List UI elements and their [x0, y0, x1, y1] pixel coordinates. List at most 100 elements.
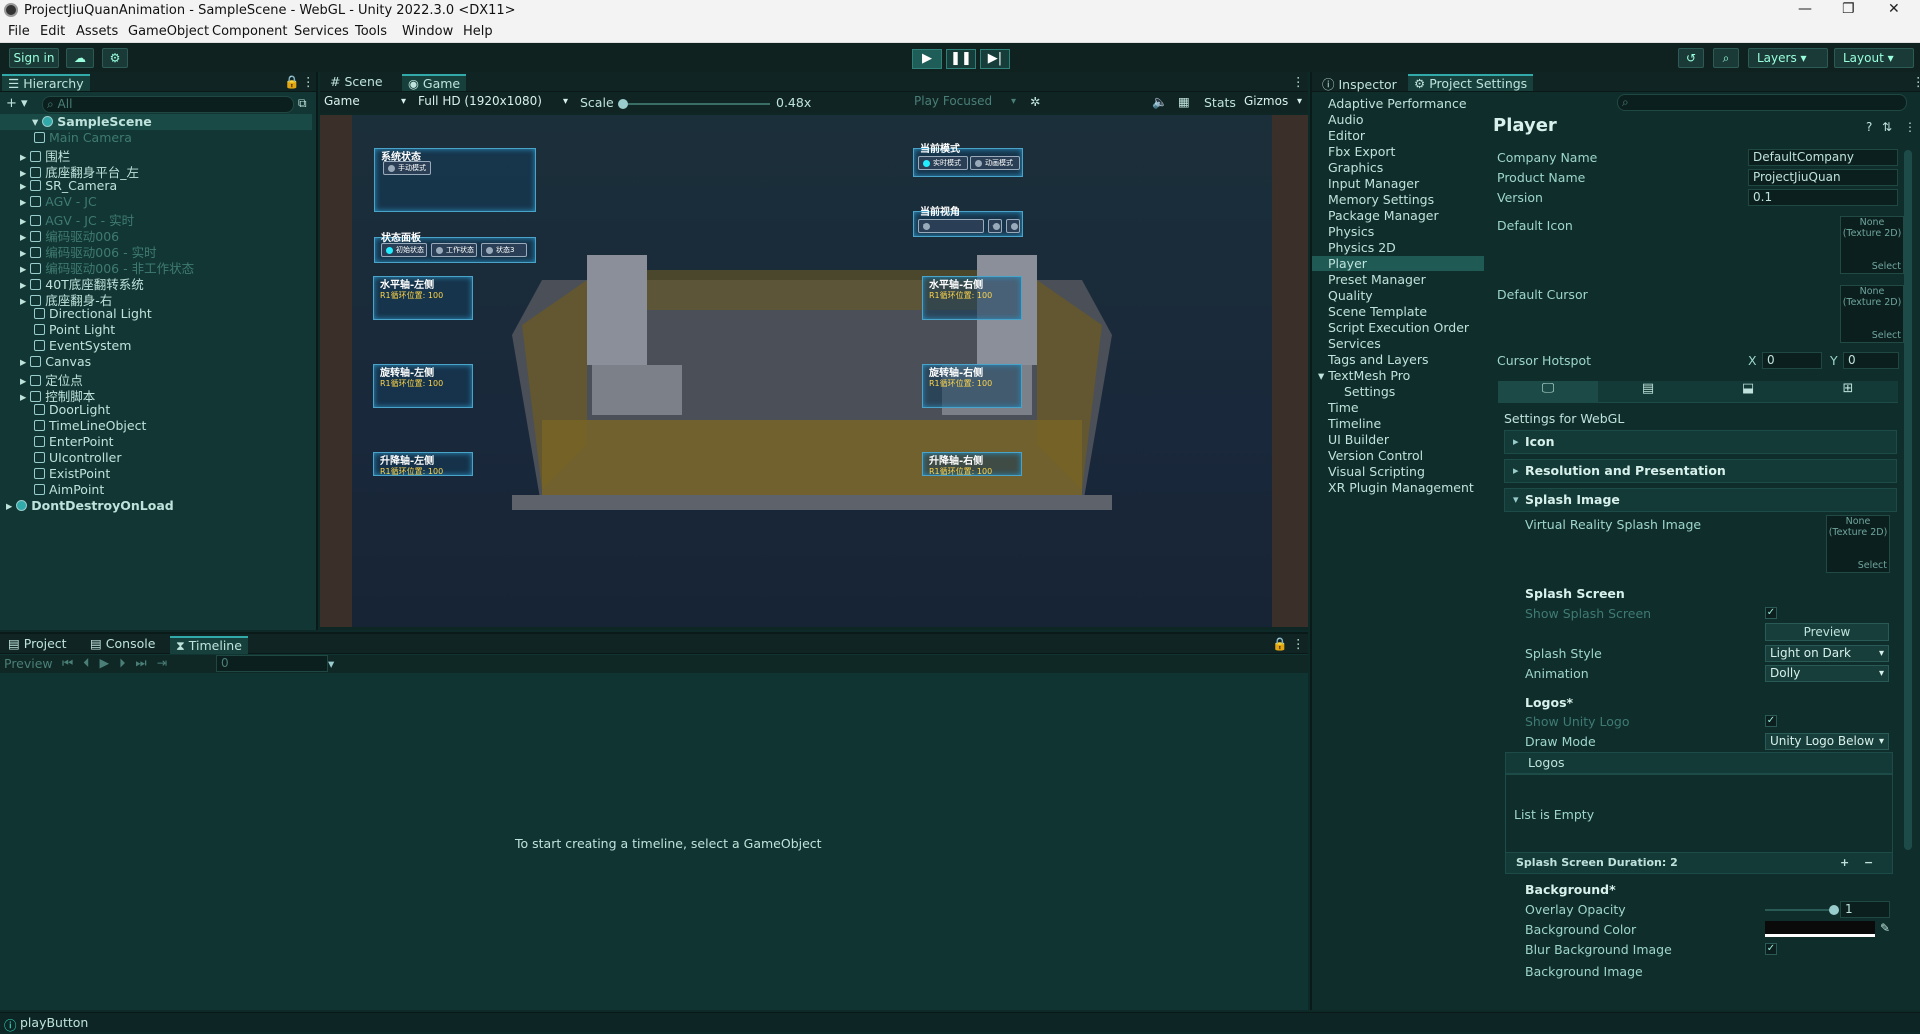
view-plus-button[interactable]: +	[988, 219, 1002, 233]
search-options-icon[interactable]: ⧉	[298, 96, 307, 111]
gizmos-dropdown[interactable]: Gizmos	[1240, 94, 1306, 111]
menu-gameobject[interactable]: GameObject	[128, 24, 209, 39]
animation-dropdown[interactable]: Dolly	[1765, 665, 1889, 682]
platform-tab-webgl-icon[interactable]: ⬓	[1698, 381, 1798, 403]
menu-window[interactable]: Window	[402, 24, 453, 39]
inspector-kebab-icon[interactable]: ⋮	[1906, 74, 1920, 89]
bottom-kebab-icon[interactable]: ⋮	[1286, 636, 1311, 651]
show-unity-logo-checkbox[interactable]: ✓	[1765, 715, 1777, 727]
layout-dropdown[interactable]: Layout ▾	[1834, 48, 1914, 68]
settings-category-item[interactable]: Physics	[1328, 224, 1374, 239]
hierarchy-item[interactable]: ▸ AGV - JC - 实时	[20, 210, 134, 228]
resolution-section-header[interactable]: Resolution and Presentation	[1504, 459, 1897, 483]
pause-button[interactable]: ❚❚	[946, 49, 976, 69]
eyedropper-icon[interactable]: ✎	[1880, 921, 1890, 935]
hierarchy-item[interactable]: ▸ 底座翻身平台_左	[20, 162, 139, 180]
hierarchy-item[interactable]: ▸ 控制脚本	[20, 386, 95, 404]
default-icon-slot[interactable]: None (Texture 2D) Select	[1840, 216, 1904, 274]
hierarchy-item[interactable]: ExistPoint	[34, 466, 110, 482]
settings-category-item[interactable]: Services	[1328, 336, 1381, 351]
hierarchy-item[interactable]: ▸ 底座翻身-右	[20, 290, 112, 308]
add-logo-button[interactable]: +	[1840, 853, 1849, 873]
platform-tab-windows-icon[interactable]: ⊞	[1798, 381, 1898, 403]
hierarchy-item[interactable]: AimPoint	[34, 482, 104, 498]
hierarchy-item[interactable]: ▸ SR_Camera	[20, 178, 117, 194]
expand-arrow-icon[interactable]: ▸	[20, 389, 30, 404]
splash-image-section-header[interactable]: Splash Image	[1504, 488, 1897, 512]
timeline-transport-controls[interactable]: ⏮⏴▶⏵⏭⇥	[62, 655, 177, 671]
resolution-dropdown[interactable]: Full HD (1920x1080)	[414, 94, 572, 111]
settings-category-item[interactable]: Quality	[1328, 288, 1373, 303]
expand-arrow-icon[interactable]: ▸	[20, 354, 30, 369]
menu-assets[interactable]: Assets	[76, 24, 118, 39]
hierarchy-item[interactable]: TimeLineObject	[34, 418, 146, 434]
help-icon[interactable]: ?	[1866, 120, 1872, 134]
settings-category-item[interactable]: Editor	[1328, 128, 1365, 143]
icon-section-header[interactable]: Icon	[1504, 430, 1897, 454]
hierarchy-item[interactable]: ▸ 40T底座翻转系统	[20, 274, 144, 292]
tab-project-settings[interactable]: ⚙ Project Settings	[1408, 74, 1534, 91]
settings-category-item[interactable]: Memory Settings	[1328, 192, 1434, 207]
close-button[interactable]: ✕	[1888, 1, 1900, 17]
history-icon[interactable]: ↺	[1678, 48, 1704, 68]
menu-edit[interactable]: Edit	[40, 24, 65, 39]
settings-category-item[interactable]: Script Execution Order	[1328, 320, 1469, 335]
default-cursor-slot[interactable]: None (Texture 2D) Select	[1840, 285, 1904, 343]
settings-category-item[interactable]: Input Manager	[1328, 176, 1419, 191]
menu-file[interactable]: File	[8, 24, 30, 39]
icon-select-button[interactable]: Select	[1872, 261, 1901, 272]
collab-gear-icon[interactable]: ⚙	[102, 48, 128, 68]
hierarchy-item[interactable]: ▾ SampleScene	[0, 114, 312, 130]
hierarchy-item[interactable]: ▸ 编码驱动006	[20, 226, 119, 244]
settings-category-item[interactable]: Time	[1328, 400, 1359, 415]
settings-category-item[interactable]: Preset Manager	[1328, 272, 1426, 287]
manual-mode-button[interactable]: 手动模式	[383, 161, 431, 175]
hierarchy-item[interactable]: UIcontroller	[34, 450, 121, 466]
menu-help[interactable]: Help	[463, 24, 493, 39]
settings-category-item[interactable]: Player	[1312, 256, 1484, 271]
expand-arrow-icon[interactable]: ▸	[20, 194, 30, 209]
maximize-button[interactable]: ❐	[1842, 1, 1855, 17]
status-3-button[interactable]: 状态3	[481, 243, 527, 257]
timeline-dropdown-arrow[interactable]: ▾	[328, 656, 334, 671]
kebab-menu-icon[interactable]: ⋮	[296, 74, 321, 89]
timeline-preview-button[interactable]: Preview	[4, 656, 53, 671]
show-splash-checkbox[interactable]: ✓	[1765, 607, 1777, 619]
menu-services[interactable]: Services	[294, 24, 349, 39]
settings-scrollbar[interactable]	[1904, 150, 1912, 850]
settings-category-item[interactable]: Scene Template	[1328, 304, 1427, 319]
hierarchy-item[interactable]: Directional Light	[34, 306, 152, 322]
settings-category-item[interactable]: Audio	[1328, 112, 1364, 127]
platform-tab-standalone-icon[interactable]: 🖵	[1498, 381, 1598, 403]
game-kebab-icon[interactable]: ⋮	[1286, 74, 1311, 89]
settings-category-item[interactable]: Tags and Layers	[1328, 352, 1429, 367]
expand-arrow-icon[interactable]: ▸	[20, 178, 30, 193]
hierarchy-item[interactable]: ▸ Canvas	[20, 354, 91, 370]
vr-splash-slot[interactable]: None (Texture 2D) Select	[1826, 515, 1890, 573]
preset-icon[interactable]: ⇅	[1882, 120, 1892, 134]
display-dropdown[interactable]: Game	[320, 94, 410, 111]
play-focused-dropdown[interactable]: Play Focused	[910, 94, 1020, 111]
menu-tools[interactable]: Tools	[355, 24, 387, 39]
tab-project[interactable]: ▤ Project	[2, 636, 73, 651]
product-name-field[interactable]: ProjectJiuQuan	[1748, 169, 1898, 186]
vr-select-button[interactable]: Select	[1858, 560, 1887, 571]
scale-slider-handle[interactable]	[618, 99, 628, 109]
minimize-button[interactable]: —	[1798, 1, 1812, 17]
hierarchy-item[interactable]: Main Camera	[34, 130, 132, 146]
play-button[interactable]: ▶	[912, 49, 942, 69]
sign-in-button[interactable]: Sign in	[9, 48, 59, 68]
hotspot-x-field[interactable]: 0	[1762, 352, 1822, 369]
overlay-slider-handle[interactable]	[1829, 905, 1839, 915]
tab-game[interactable]: ◉ Game	[402, 74, 467, 91]
expand-arrow-icon[interactable]: ▸	[6, 498, 16, 513]
view-dropdown[interactable]: ▾	[918, 219, 984, 233]
version-field[interactable]: 0.1	[1748, 189, 1898, 206]
settings-category-item[interactable]: Visual Scripting	[1328, 464, 1425, 479]
hierarchy-search-input[interactable]: ⌕ All	[42, 96, 294, 113]
settings-category-item[interactable]: UI Builder	[1328, 432, 1389, 447]
audio-icon[interactable]: 🔈	[1152, 94, 1168, 110]
expand-arrow-icon[interactable]: ▾	[32, 114, 42, 129]
tab-scene[interactable]: # Scene	[324, 74, 389, 89]
status-initial-button[interactable]: 初始状态	[381, 243, 427, 257]
